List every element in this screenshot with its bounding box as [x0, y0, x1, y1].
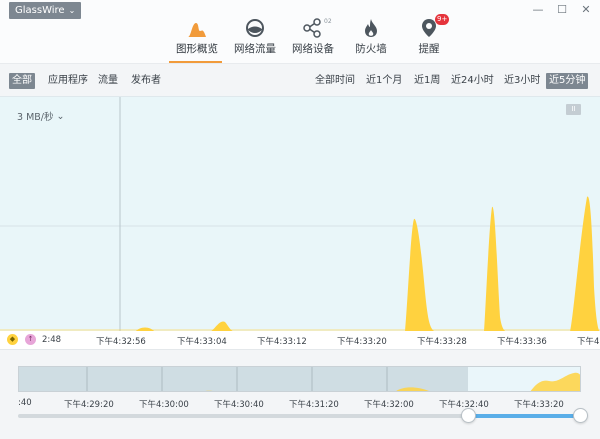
scale-dropdown[interactable]: 3 MB/秒 ⌄ — [17, 109, 65, 124]
range-1-month[interactable]: 近1个月 — [363, 73, 405, 89]
tab-graph-label: 图形概览 — [176, 43, 218, 55]
minimize-button[interactable]: — — [532, 3, 544, 17]
range-all-time[interactable]: 全部时间 — [312, 73, 358, 89]
mini-time-label: :40 — [18, 398, 32, 408]
mini-time-label: 下午4:29:20 — [64, 400, 114, 410]
tab-alerts-label: 提醒 — [418, 43, 440, 55]
devices-count: 02 — [324, 18, 332, 25]
filter-traffic[interactable]: 流量 — [95, 73, 121, 89]
traffic-graph-canvas — [0, 97, 600, 332]
tab-graph[interactable]: 图形概览 — [168, 16, 226, 63]
gauge-icon — [226, 16, 284, 38]
range-24-hours[interactable]: 近24小时 — [448, 73, 497, 89]
mini-graph[interactable] — [18, 366, 581, 392]
range-5-minutes[interactable]: 近5分钟 — [546, 73, 589, 89]
mini-graph-canvas — [86, 367, 580, 391]
tab-devices[interactable]: 02 网络设备 — [284, 16, 342, 63]
tab-usage[interactable]: 网络流量 — [226, 16, 284, 63]
range-1-week[interactable]: 近1周 — [411, 73, 443, 89]
devices-icon — [284, 16, 342, 38]
timeline-slider-range — [468, 414, 580, 418]
tab-usage-label: 网络流量 — [234, 43, 276, 55]
timeline-end-handle[interactable] — [573, 408, 588, 423]
flame-icon — [342, 16, 400, 38]
chevron-down-icon: ⌄ — [68, 6, 76, 15]
close-button[interactable]: ✕ — [580, 3, 592, 17]
scale-label: 3 MB/秒 — [17, 112, 54, 123]
filter-apps[interactable]: 应用程序 — [45, 73, 91, 89]
mini-time-label: 下午4:33:20 — [514, 400, 564, 410]
mini-time-label: 下午4:30:00 — [139, 400, 189, 410]
tab-firewall-label: 防火墙 — [355, 43, 387, 55]
time-label: 下午4:33:36 — [497, 337, 547, 347]
app-title: GlassWire — [15, 5, 65, 16]
tab-devices-label: 网络设备 — [292, 43, 334, 55]
mini-time-label: 下午4:31:20 — [289, 400, 339, 410]
filter-bar: 全部 应用程序 流量 发布者 全部时间 近1个月 近1周 近24小时 近3小时 … — [0, 64, 600, 96]
time-label: 下午4:33:20 — [337, 337, 387, 347]
time-label: 2:48 — [42, 335, 62, 345]
window-controls: — ☐ ✕ — [532, 3, 592, 17]
traffic-graph[interactable]: 3 MB/秒 ⌄ II — [0, 96, 600, 332]
app-icon[interactable]: ◆ — [7, 334, 18, 345]
time-label: 下午4:32:56 — [96, 337, 146, 347]
mini-time-label: 下午4:30:40 — [214, 400, 264, 410]
mini-timeline: :40 下午4:29:20 下午4:30:00 下午4:30:40 下午4:31… — [0, 350, 600, 439]
range-3-hours[interactable]: 近3小时 — [501, 73, 543, 89]
app-menu-button[interactable]: GlassWire ⌄ — [9, 2, 82, 19]
filter-publishers[interactable]: 发布者 — [128, 73, 164, 89]
pause-button[interactable]: II — [566, 104, 581, 115]
app-icon[interactable]: ↑ — [25, 334, 36, 345]
main-nav: 图形概览 网络流量 02 网络设备 防火墙 9+ 提醒 — [168, 14, 458, 63]
time-label: 下午4:33:44 — [577, 337, 600, 347]
title-bar: GlassWire ⌄ — ☐ ✕ 图形概览 网络流量 02 网络设备 防火墙 … — [0, 0, 600, 64]
time-label: 下午4:33:04 — [177, 337, 227, 347]
graph-icon — [168, 16, 226, 38]
timeline-start-handle[interactable] — [461, 408, 476, 423]
alerts-badge: 9+ — [435, 14, 450, 25]
filter-all[interactable]: 全部 — [9, 73, 35, 89]
time-label: 下午4:33:28 — [417, 337, 467, 347]
time-label: 下午4:33:12 — [257, 337, 307, 347]
tab-alerts[interactable]: 9+ 提醒 — [400, 14, 458, 63]
maximize-button[interactable]: ☐ — [556, 3, 568, 17]
chevron-down-icon: ⌄ — [56, 110, 65, 122]
mini-time-label: 下午4:32:00 — [364, 400, 414, 410]
tab-firewall[interactable]: 防火墙 — [342, 16, 400, 63]
traffic-area — [0, 196, 600, 332]
time-axis: ◆ ↑ 2:48 下午4:32:56 下午4:33:04 下午4:33:12 下… — [0, 331, 600, 350]
alert-pin-icon — [400, 16, 458, 38]
